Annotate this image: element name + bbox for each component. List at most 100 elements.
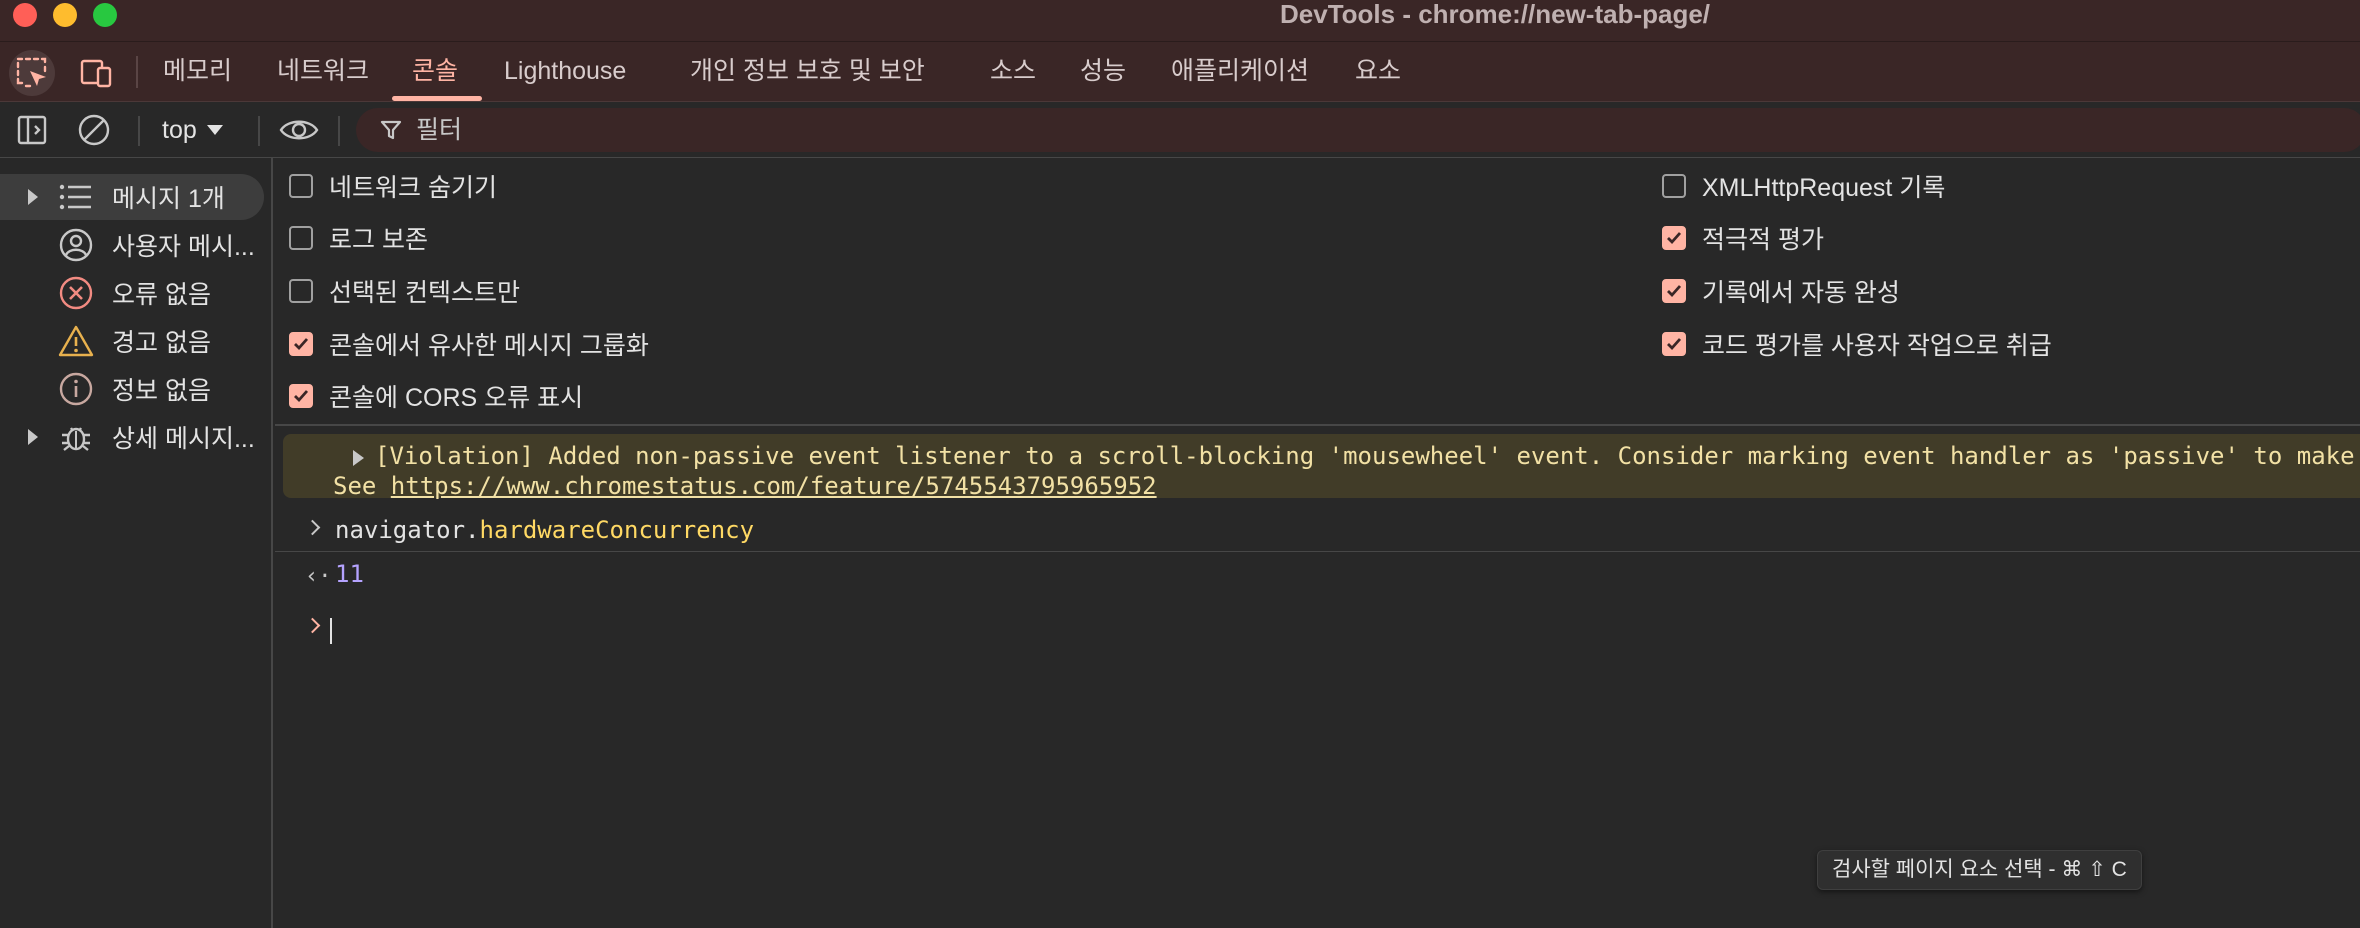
checkbox-checked[interactable] [289, 332, 313, 356]
chromestatus-link[interactable]: https://www.chromestatus.com/feature/574… [391, 472, 1157, 500]
console-prompt[interactable] [275, 606, 2360, 646]
tab-lighthouse[interactable]: Lighthouse [504, 42, 626, 100]
chevron-right-icon [304, 519, 321, 536]
checkbox[interactable] [289, 226, 313, 250]
eye-icon [279, 120, 319, 140]
group-similar-option[interactable]: 콘솔에서 유사한 메시지 그룹화 [289, 324, 649, 364]
tab-sources[interactable]: 소스 [990, 42, 1036, 100]
select-element-icon [16, 57, 47, 88]
user-icon [58, 227, 94, 263]
filter-icon [376, 115, 406, 145]
sidebar-item-errors[interactable]: 오류 없음 [0, 270, 268, 316]
eager-evaluation-option[interactable]: 적극적 평가 [1662, 218, 1824, 258]
sidebar-item-label: 오류 없음 [112, 281, 211, 309]
console-toolbar: top [0, 102, 2360, 158]
panel-tab-bar: 메모리 네트워크 콘솔 Lighthouse 개인 정보 보호 및 보안 소스 … [0, 42, 2360, 102]
tab-elements[interactable]: 요소 [1355, 42, 1401, 100]
device-toolbar-button[interactable] [73, 50, 119, 96]
tab-network[interactable]: 네트워크 [277, 42, 369, 100]
result-value: 11 [335, 560, 364, 588]
violation-message: [Violation] Added non-passive event list… [283, 434, 2360, 500]
checkbox-checked[interactable] [289, 384, 313, 408]
sidebar-item-label: 상세 메시지... [112, 425, 255, 453]
chevron-down-icon [206, 125, 223, 135]
checkbox[interactable] [289, 174, 313, 198]
option-label: XMLHttpRequest 기록 [1702, 174, 1946, 202]
checkbox-checked[interactable] [1662, 279, 1686, 303]
tab-memory[interactable]: 메모리 [163, 42, 232, 100]
console-result-entry: ‹· 11 [275, 556, 2360, 596]
checkmark-icon [294, 390, 309, 403]
sidebar-item-warnings[interactable]: 경고 없음 [0, 318, 268, 364]
violation-see-line: See https://www.chromestatus.com/feature… [333, 472, 1157, 500]
expression-object: navigator. [335, 516, 480, 544]
selected-context-only-option[interactable]: 선택된 컨텍스트만 [289, 271, 520, 311]
option-label: 콘솔에서 유사한 메시지 그룹화 [329, 332, 649, 360]
option-label: 선택된 컨텍스트만 [329, 279, 520, 307]
filter-input[interactable] [416, 115, 2216, 145]
sidebar-item-verbose[interactable]: 상세 메시지... [0, 414, 268, 460]
option-label: 콘솔에 CORS 오류 표시 [329, 384, 584, 412]
tab-application[interactable]: 애플리케이션 [1171, 42, 1309, 100]
bug-icon [58, 419, 94, 455]
clear-icon [78, 114, 110, 146]
console-input-entry: navigator.hardwareConcurrency [275, 512, 2360, 552]
toggle-sidebar-button[interactable] [14, 112, 50, 148]
context-selector[interactable]: top [162, 114, 223, 146]
checkmark-icon [1667, 232, 1682, 245]
option-label: 코드 평가를 사용자 작업으로 취급 [1702, 332, 2052, 360]
see-label: See [333, 472, 391, 500]
maximize-window-button[interactable] [93, 3, 117, 27]
context-label: top [162, 115, 197, 144]
expand-arrow-icon[interactable] [28, 429, 38, 445]
toolbar-divider [258, 116, 260, 146]
tab-privacy-security[interactable]: 개인 정보 보호 및 보안 [690, 42, 925, 100]
input-expression: navigator.hardwareConcurrency [335, 516, 754, 544]
tab-console[interactable]: 콘솔 [412, 42, 458, 100]
sidebar-item-messages[interactable]: 메시지 1개 [0, 174, 264, 220]
close-window-button[interactable] [13, 3, 37, 27]
show-cors-errors-option[interactable]: 콘솔에 CORS 오류 표시 [289, 376, 583, 416]
toolbar-divider [136, 56, 138, 88]
warning-icon [58, 323, 94, 359]
prompt-chevron-icon [304, 617, 321, 634]
checkbox[interactable] [1662, 174, 1686, 198]
info-icon [58, 371, 94, 407]
violation-text: [Violation] Added non-passive event list… [375, 442, 2355, 470]
sidebar-item-info[interactable]: 정보 없음 [0, 366, 268, 412]
title-bar: DevTools - chrome://new-tab-page/ [0, 0, 2360, 42]
checkbox-checked[interactable] [1662, 226, 1686, 250]
sidebar-item-label: 정보 없음 [112, 377, 211, 405]
minimize-window-button[interactable] [53, 3, 77, 27]
checkmark-icon [1667, 285, 1682, 298]
window-title: DevTools - chrome://new-tab-page/ [1280, 0, 1711, 29]
option-label: 네트워크 숨기기 [329, 174, 497, 202]
sidebar-item-label: 메시지 1개 [112, 185, 225, 213]
toolbar-divider [138, 116, 140, 146]
active-tab-indicator [392, 96, 482, 101]
expression-property: hardwareConcurrency [479, 516, 755, 544]
filter-box[interactable] [356, 108, 2360, 152]
checkmark-icon [1667, 338, 1682, 351]
sidebar-item-label: 사용자 메시... [112, 233, 255, 261]
sidebar-item-user-messages[interactable]: 사용자 메시... [0, 222, 268, 268]
expand-arrow-icon[interactable] [353, 450, 364, 466]
console-settings-panel: 네트워크 숨기기 로그 보존 선택된 컨텍스트만 콘솔에서 유사한 메시지 그룹… [275, 158, 2360, 426]
log-xhr-option[interactable]: XMLHttpRequest 기록 [1662, 166, 1945, 206]
clear-console-button[interactable] [76, 112, 112, 148]
checkbox-checked[interactable] [1662, 332, 1686, 356]
preserve-log-option[interactable]: 로그 보존 [289, 218, 428, 258]
checkbox[interactable] [289, 279, 313, 303]
hide-network-option[interactable]: 네트워크 숨기기 [289, 166, 497, 206]
live-expression-button[interactable] [279, 112, 319, 148]
option-label: 적극적 평가 [1702, 226, 1824, 254]
console-sidebar: 메시지 1개 사용자 메시... 오류 없음 경고 없음 정보 없음 상세 메시… [0, 158, 273, 928]
checkmark-icon [294, 338, 309, 351]
list-icon [58, 179, 94, 215]
inspect-element-button[interactable] [9, 50, 55, 96]
expand-arrow-icon[interactable] [28, 189, 38, 205]
user-gesture-option[interactable]: 코드 평가를 사용자 작업으로 취급 [1662, 324, 2052, 364]
inspect-tooltip: 검사할 페이지 요소 선택 - ⌘ ⇧ C [1817, 850, 2142, 890]
tab-performance[interactable]: 성능 [1080, 42, 1126, 100]
autocomplete-history-option[interactable]: 기록에서 자동 완성 [1662, 271, 1900, 311]
